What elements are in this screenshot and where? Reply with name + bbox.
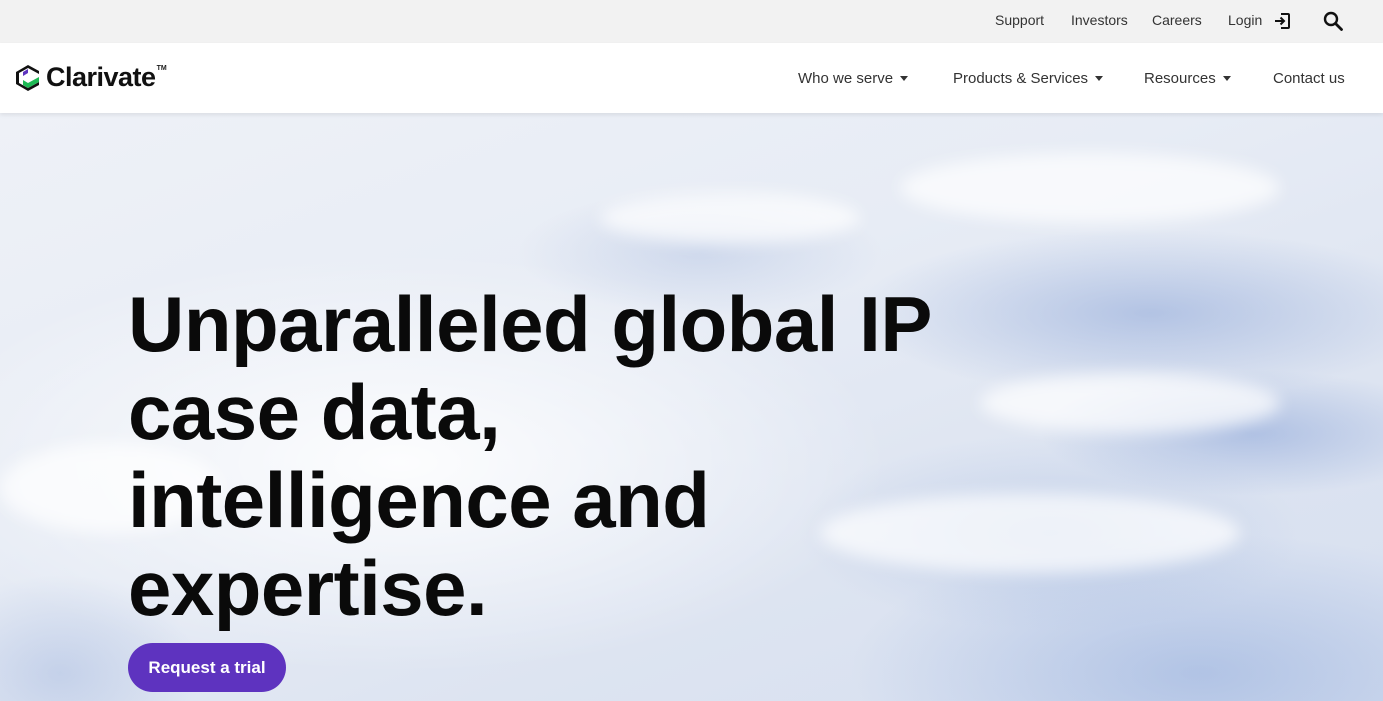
hero-cloud-decoration xyxy=(980,373,1280,433)
utility-bar: Support Investors Careers Login xyxy=(0,0,1383,43)
hero-section: Unparalleled global IP case data, intell… xyxy=(0,113,1383,701)
hero-headline-line: expertise. xyxy=(128,544,488,632)
support-link[interactable]: Support xyxy=(995,12,1044,28)
hero-cloud-decoration xyxy=(900,153,1280,223)
login-link[interactable]: Login xyxy=(1228,12,1262,28)
caret-down-icon xyxy=(900,76,909,81)
hero-cloud-decoration xyxy=(600,193,860,243)
caret-down-icon xyxy=(1095,76,1104,81)
main-navigation: Clarivate TM Who we serve Products & Ser… xyxy=(0,43,1383,113)
caret-down-icon xyxy=(1222,76,1231,81)
hero-headline-line: Unparalleled global IP xyxy=(128,280,932,368)
brand-name: Clarivate xyxy=(46,61,156,92)
investors-link[interactable]: Investors xyxy=(1071,12,1128,28)
login-arrow-icon[interactable] xyxy=(1273,12,1291,30)
hero-headline-line: case data, xyxy=(128,368,501,456)
nav-contact-us-label: Contact us xyxy=(1273,70,1345,87)
nav-who-we-serve-label: Who we serve xyxy=(798,70,894,87)
nav-who-we-serve[interactable]: Who we serve xyxy=(798,70,909,87)
hero-headline-line: intelligence and xyxy=(128,456,710,544)
nav-resources[interactable]: Resources xyxy=(1144,70,1231,87)
request-trial-button[interactable]: Request a trial xyxy=(128,643,286,692)
hero-headline: Unparalleled global IP case data, intell… xyxy=(128,280,932,632)
nav-contact-us[interactable]: Contact us xyxy=(1273,70,1345,87)
search-icon[interactable] xyxy=(1323,11,1343,31)
careers-link[interactable]: Careers xyxy=(1152,12,1202,28)
nav-products-services-label: Products & Services xyxy=(953,70,1089,87)
trademark-symbol: TM xyxy=(156,64,167,72)
clarivate-logo[interactable]: Clarivate TM xyxy=(14,62,167,94)
nav-products-services[interactable]: Products & Services xyxy=(953,70,1104,87)
clarivate-logo-mark-icon xyxy=(16,65,39,91)
nav-resources-label: Resources xyxy=(1144,70,1216,87)
